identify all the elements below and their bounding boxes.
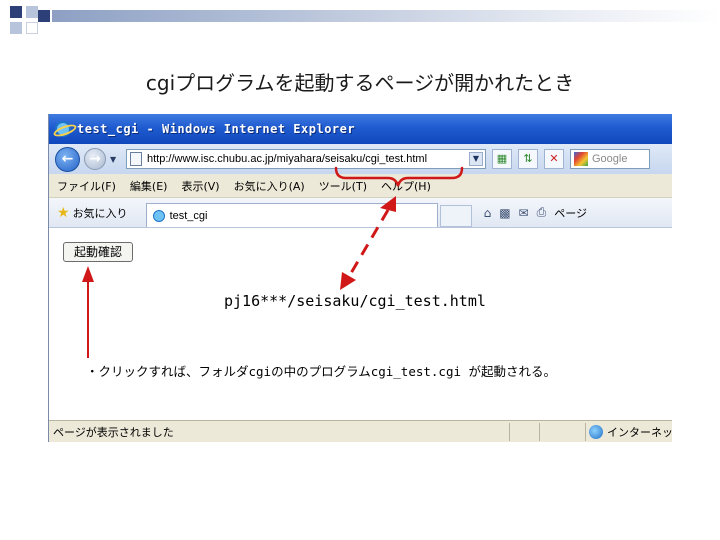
command-bar: ⌂ ▩ ✉ ⎙ ページ xyxy=(484,205,587,221)
mail-icon[interactable]: ✉ xyxy=(519,206,529,220)
ie-logo-icon xyxy=(55,121,71,137)
status-text: ページが表示されました xyxy=(53,425,174,439)
search-placeholder: Google xyxy=(592,153,628,165)
server-path-annotation: pj16***/seisaku/cgi_test.html xyxy=(224,292,486,310)
deco-square xyxy=(26,6,38,18)
deco-square xyxy=(10,22,22,34)
status-bar: ページが表示されました インターネット xyxy=(49,420,672,442)
google-icon xyxy=(574,152,588,166)
compatibility-icon[interactable]: ▦ xyxy=(492,149,512,169)
address-input[interactable]: http://www.isc.chubu.ac.jp/miyahara/seis… xyxy=(126,149,486,169)
print-icon[interactable]: ⎙ xyxy=(537,205,547,220)
status-separator xyxy=(539,423,540,441)
favorites-button[interactable]: お気に入り xyxy=(73,205,128,221)
feeds-icon[interactable]: ▩ xyxy=(499,206,510,220)
back-arrow-icon[interactable]: ← xyxy=(55,146,80,172)
menu-help[interactable]: ヘルプ(H) xyxy=(381,178,431,194)
status-separator xyxy=(509,423,510,441)
deco-square xyxy=(10,6,22,18)
stop-icon[interactable]: ✕ xyxy=(544,149,564,169)
window-title: test_cgi - Windows Internet Explorer xyxy=(77,122,356,136)
menu-view[interactable]: 表示(V) xyxy=(181,178,219,194)
menu-edit[interactable]: 編集(E) xyxy=(130,178,168,194)
menu-tools[interactable]: ツール(T) xyxy=(319,178,367,194)
address-dropdown-icon[interactable]: ▼ xyxy=(469,152,483,166)
page-content: 起動確認 xyxy=(49,228,672,420)
slide-decoration xyxy=(0,0,720,40)
tab-label: test_cgi xyxy=(169,209,208,222)
slide-title: cgiプログラムを起動するページが開かれたとき xyxy=(145,71,575,95)
deco-gradient-bar xyxy=(52,10,720,22)
menu-bar: ファイル(F) 編集(E) 表示(V) お気に入り(A) ツール(T) ヘルプ(… xyxy=(49,174,672,198)
forward-arrow-icon[interactable]: → xyxy=(84,148,106,170)
address-url: http://www.isc.chubu.ac.jp/miyahara/seis… xyxy=(147,153,428,165)
address-toolbar: ← → ▼ http://www.isc.chubu.ac.jp/miyahar… xyxy=(49,144,672,174)
favorites-tab-bar: ★ お気に入り test_cgi ⌂ ▩ ✉ ⎙ ページ xyxy=(49,198,672,228)
launch-check-button[interactable]: 起動確認 xyxy=(63,242,133,262)
security-zone[interactable]: インターネット xyxy=(589,424,672,440)
status-separator xyxy=(585,423,586,441)
zone-text: インターネット xyxy=(607,426,672,439)
browser-window: test_cgi - Windows Internet Explorer ← →… xyxy=(48,114,672,442)
tab-test-cgi[interactable]: test_cgi xyxy=(145,203,438,227)
search-input[interactable]: Google xyxy=(570,149,650,169)
page-icon xyxy=(130,152,142,166)
new-tab-button[interactable] xyxy=(439,205,472,227)
click-note-annotation: ・クリックすれば、フォルダcgiの中のプログラムcgi_test.cgi が起動… xyxy=(86,364,557,379)
tab-ie-icon xyxy=(152,209,165,222)
home-icon[interactable]: ⌂ xyxy=(484,206,492,220)
refresh-icon[interactable]: ⇅ xyxy=(518,149,538,169)
deco-square xyxy=(38,10,50,22)
window-titlebar[interactable]: test_cgi - Windows Internet Explorer xyxy=(49,114,672,144)
deco-square xyxy=(26,22,38,34)
menu-file[interactable]: ファイル(F) xyxy=(57,178,116,194)
menu-favorites[interactable]: お気に入り(A) xyxy=(234,178,305,194)
history-dropdown-icon[interactable]: ▼ xyxy=(110,155,120,164)
favorites-star-icon[interactable]: ★ xyxy=(57,205,70,221)
page-menu-button[interactable]: ページ xyxy=(554,205,587,221)
globe-icon xyxy=(589,425,603,439)
